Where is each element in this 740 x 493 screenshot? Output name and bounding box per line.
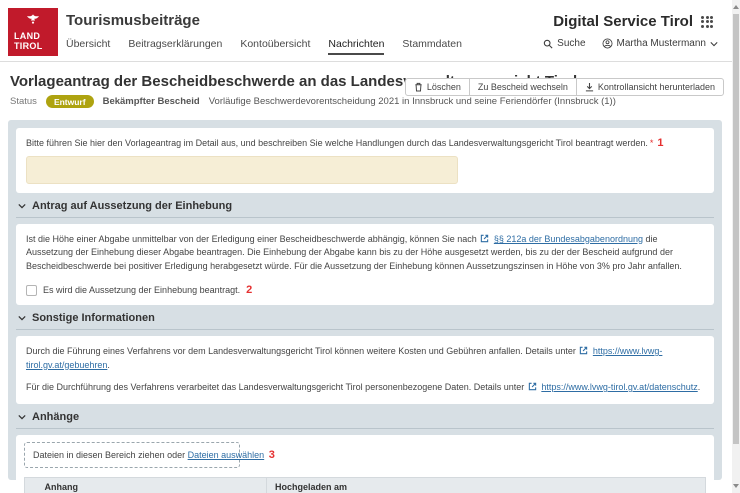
status-label: Status [10, 96, 37, 107]
contested-decision-value: Vorläufige Beschwerdevorentscheidung 202… [209, 96, 616, 107]
header-user-row: Suche Martha Mustermann [543, 38, 718, 49]
portal-header: Digital Service Tirol [553, 13, 713, 30]
form-container: Bitte führen Sie hier den Vorlageantrag … [8, 120, 722, 480]
status-badge: Entwurf [46, 95, 94, 108]
attachments-table: Anhang Hochgeladen am Keine Daten vorhan… [24, 477, 706, 493]
aussetzung-text: Ist die Höhe einer Abgabe unmittelbar vo… [26, 233, 704, 274]
attachments-col-hochgeladen: Hochgeladen am [267, 477, 706, 493]
portal-title: Digital Service Tirol [553, 13, 693, 30]
file-dropzone[interactable]: Dateien in diesen Bereich ziehen oder Da… [24, 442, 240, 468]
external-link-icon [528, 382, 537, 391]
annotation-1: 1 [657, 137, 663, 149]
bao-212a-link[interactable]: §§ 212a der Bundesabgabenordnung [494, 234, 643, 244]
nav-tab-stammdaten[interactable]: Stammdaten [402, 38, 462, 55]
nav-tab-nachrichten[interactable]: Nachrichten [328, 38, 384, 55]
chevron-down-icon [18, 203, 26, 209]
search-button[interactable]: Suche [543, 38, 585, 49]
logo-text: LAND TIROL [14, 32, 43, 51]
download-control-view-button[interactable]: Kontrollansicht herunterladen [576, 78, 724, 96]
app-header: LAND TIROL Tourismusbeiträge Übersicht B… [0, 0, 732, 62]
scrollbar-down-arrow-icon[interactable] [733, 484, 739, 488]
attachments-spacer-column [25, 477, 37, 493]
chevron-down-icon [18, 315, 26, 321]
detail-textarea[interactable] [26, 156, 458, 184]
aussetzung-card: Ist die Höhe einer Abgabe unmittelbar vo… [16, 224, 714, 306]
nav-tab-kontouebersicht[interactable]: Kontoübersicht [240, 38, 310, 55]
attachments-col-anhang: Anhang [37, 477, 267, 493]
anhaenge-card: Dateien in diesen Bereich ziehen oder Da… [16, 435, 714, 493]
section-header-sonstige-informationen[interactable]: Sonstige Informationen [16, 305, 714, 330]
status-row: Status Entwurf Bekämpfter Bescheid Vorlä… [10, 95, 616, 108]
user-menu[interactable]: Martha Mustermann [602, 38, 718, 49]
scrollbar-up-arrow-icon[interactable] [733, 5, 739, 9]
sonstige-informationen-card: Durch die Führung eines Verfahrens vor d… [16, 336, 714, 404]
nav-tab-beitragserklaerungen[interactable]: Beitragserklärungen [128, 38, 222, 55]
scrollbar-thumb[interactable] [733, 14, 739, 444]
detail-label: Bitte führen Sie hier den Vorlageantrag … [26, 137, 704, 151]
chevron-down-icon [18, 414, 26, 420]
chevron-down-icon [710, 41, 718, 47]
main-nav: Übersicht Beitragserklärungen Kontoübers… [66, 38, 462, 55]
external-link-icon [579, 346, 588, 355]
switch-to-decision-button[interactable]: Zu Bescheid wechseln [469, 78, 577, 96]
app-title: Tourismusbeiträge [66, 12, 200, 29]
user-icon [602, 38, 613, 49]
section-header-anhaenge[interactable]: Anhänge [16, 404, 714, 429]
search-icon [543, 39, 553, 49]
page: LAND TIROL Tourismusbeiträge Übersicht B… [0, 0, 740, 493]
external-link-icon [480, 234, 489, 243]
datenschutz-link[interactable]: https://www.lvwg-tirol.gv.at/datenschutz [541, 382, 697, 392]
aussetzung-checkbox-row: Es wird die Aussetzung der Einhebung bea… [26, 284, 704, 296]
apps-grid-icon[interactable] [701, 16, 713, 28]
annotation-2: 2 [246, 284, 252, 296]
section-header-aussetzung[interactable]: Antrag auf Aussetzung der Einhebung [16, 193, 714, 218]
download-icon [585, 82, 594, 92]
vertical-scrollbar[interactable] [732, 0, 740, 493]
contested-decision-label: Bekämpfter Bescheid [103, 96, 200, 107]
file-select-link[interactable]: Dateien auswählen [188, 450, 265, 460]
required-marker: * [650, 138, 654, 148]
user-name: Martha Mustermann [617, 38, 706, 49]
land-tirol-logo[interactable]: LAND TIROL [8, 8, 58, 56]
tirol-eagle-icon [25, 12, 41, 26]
nav-tab-uebersicht[interactable]: Übersicht [66, 38, 110, 55]
info-paragraph-datenschutz: Für die Durchführung des Verfahrens vera… [26, 381, 704, 395]
detail-card: Bitte führen Sie hier den Vorlageantrag … [16, 128, 714, 193]
top-action-group: Löschen Zu Bescheid wechseln Kontrollans… [405, 78, 724, 96]
delete-button[interactable]: Löschen [405, 78, 470, 96]
aussetzung-checkbox[interactable] [26, 285, 37, 296]
info-paragraph-gebuehren: Durch die Führung eines Verfahrens vor d… [26, 345, 704, 372]
annotation-3: 3 [269, 449, 275, 461]
aussetzung-checkbox-label[interactable]: Es wird die Aussetzung der Einhebung bea… [43, 285, 240, 295]
trash-icon [414, 82, 423, 92]
